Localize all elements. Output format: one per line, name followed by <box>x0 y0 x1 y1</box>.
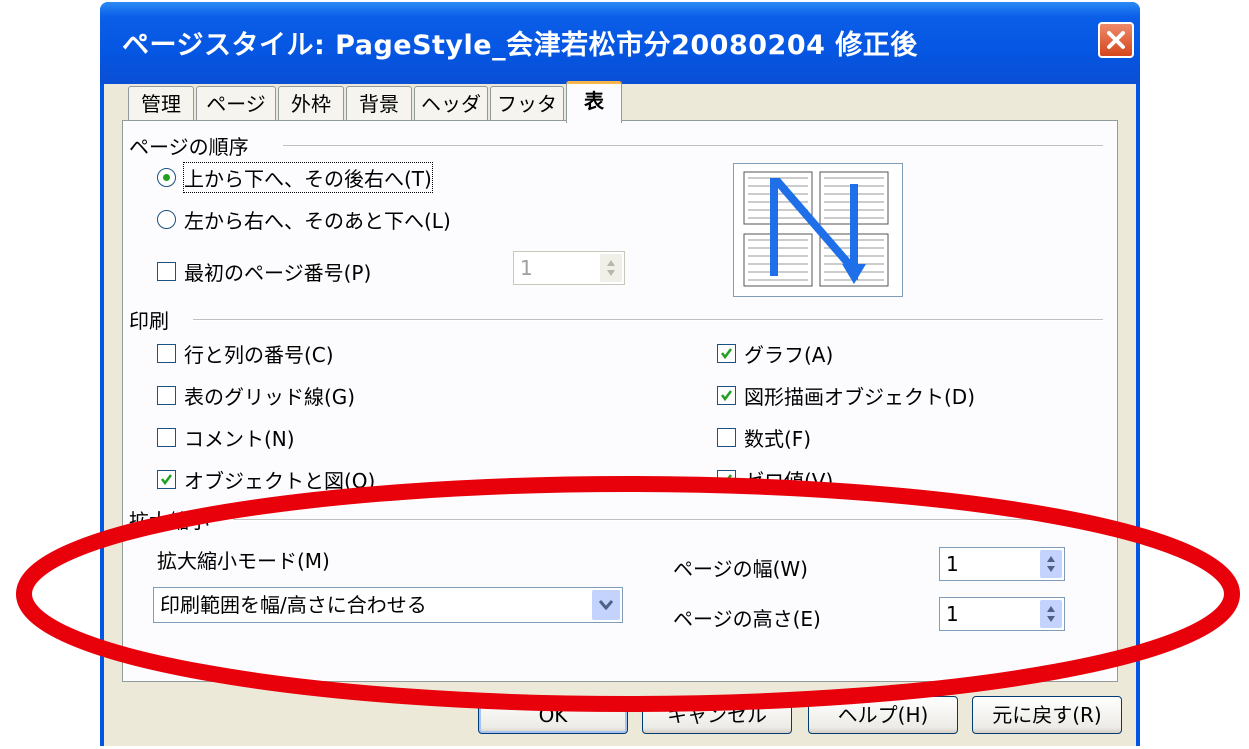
checkbox-indicator-checked[interactable] <box>717 470 736 489</box>
print-heading: 印刷 <box>129 309 169 333</box>
page-order-preview <box>733 163 903 297</box>
radio-top-to-bottom[interactable]: 上から下へ、その後右へ(T) <box>157 162 433 193</box>
grid-label: 表のグリッド線(G) <box>184 385 356 409</box>
tab-sheet[interactable]: 表 <box>566 81 622 123</box>
checkbox-charts[interactable]: グラフ(A) <box>717 339 833 368</box>
objects-label: オブジェクトと図(O) <box>184 469 376 493</box>
scale-mode-dropdown[interactable]: 印刷範囲を幅/高さに合わせる <box>153 587 623 623</box>
spin-button[interactable] <box>1040 600 1062 628</box>
checkbox-row-col-headers[interactable]: 行と列の番号(C) <box>157 339 334 368</box>
page-order-heading: ページの順序 <box>129 135 249 159</box>
tab-footer[interactable]: フッタ <box>490 86 564 122</box>
tab-header[interactable]: ヘッダ <box>414 86 488 122</box>
check-icon <box>721 348 732 360</box>
close-icon <box>1107 31 1125 49</box>
first-page-number-label: 最初のページ番号(P) <box>184 261 372 285</box>
ok-button[interactable]: OK <box>478 696 628 734</box>
checkbox-indicator-checked[interactable] <box>717 344 736 363</box>
title-bar[interactable]: ページスタイル: PageStyle_会津若松市分20080204 修正後 <box>100 2 1140 84</box>
cancel-button[interactable]: キャンセル <box>642 696 792 734</box>
checkbox-grid[interactable]: 表のグリッド線(G) <box>157 381 355 410</box>
spin-button[interactable] <box>600 254 622 282</box>
tab-manage[interactable]: 管理 <box>128 86 194 122</box>
dialog-client-area: 管理 ページ 外枠 背景 ヘッダ フッタ 表 ページの順序 上から下へ、その後右… <box>104 81 1136 746</box>
page-width-value: 1 <box>946 552 959 576</box>
page-width-spinner[interactable]: 1 <box>939 547 1065 581</box>
checkbox-indicator[interactable] <box>717 428 736 447</box>
scale-mode-value: 印刷範囲を幅/高さに合わせる <box>160 593 427 617</box>
checkbox-indicator-checked[interactable] <box>717 386 736 405</box>
page-order-divider <box>283 145 1103 147</box>
page-height-spinner[interactable]: 1 <box>939 597 1065 631</box>
checkbox-indicator-checked[interactable] <box>157 470 176 489</box>
checkbox-drawing-objects[interactable]: 図形描画オブジェクト(D) <box>717 381 975 410</box>
checkbox-first-page-number[interactable]: 最初のページ番号(P) <box>157 257 371 286</box>
page-style-dialog: ページスタイル: PageStyle_会津若松市分20080204 修正後 管理… <box>100 2 1140 746</box>
reset-button[interactable]: 元に戻す(R) <box>972 696 1122 734</box>
scale-divider <box>233 519 1103 521</box>
checkbox-formulas[interactable]: 数式(F) <box>717 423 811 452</box>
radio-left-to-right-label: 左から右へ、そのあと下へ(L) <box>184 209 451 233</box>
formulas-label: 数式(F) <box>744 427 812 451</box>
radio-left-to-right[interactable]: 左から右へ、そのあと下へ(L) <box>157 205 451 234</box>
row-col-headers-label: 行と列の番号(C) <box>184 343 334 367</box>
checkbox-indicator[interactable] <box>157 262 176 281</box>
checkbox-indicator[interactable] <box>157 428 176 447</box>
page-width-label: ページの幅(W) <box>673 557 808 581</box>
comments-label: コメント(N) <box>184 427 295 451</box>
tab-page[interactable]: ページ <box>196 86 276 122</box>
zero-values-label: ゼロ値(V) <box>744 469 834 493</box>
dropdown-button[interactable] <box>592 590 620 620</box>
page-height-value: 1 <box>946 602 959 626</box>
radio-indicator[interactable] <box>157 210 176 229</box>
spin-arrows-icon <box>1047 606 1055 622</box>
chevron-down-icon <box>599 600 613 610</box>
spin-arrows-icon <box>607 260 615 276</box>
check-icon <box>721 474 732 486</box>
print-divider <box>193 319 1103 321</box>
page-height-label: ページの高さ(E) <box>673 607 821 631</box>
checkbox-indicator[interactable] <box>157 344 176 363</box>
checkbox-comments[interactable]: コメント(N) <box>157 423 295 452</box>
checkbox-objects[interactable]: オブジェクトと図(O) <box>157 465 375 494</box>
first-page-number-spinner[interactable]: 1 <box>513 251 625 285</box>
check-icon <box>161 474 172 486</box>
charts-label: グラフ(A) <box>744 343 834 367</box>
spin-button[interactable] <box>1040 550 1062 578</box>
first-page-number-value: 1 <box>520 256 533 280</box>
help-button[interactable]: ヘルプ(H) <box>808 696 958 734</box>
check-icon <box>721 390 732 402</box>
scale-heading: 拡大縮小 <box>129 509 209 533</box>
tab-background[interactable]: 背景 <box>346 86 412 122</box>
page-order-preview-icon <box>743 171 889 287</box>
checkbox-zero-values[interactable]: ゼロ値(V) <box>717 465 833 494</box>
tab-borders[interactable]: 外枠 <box>278 86 344 122</box>
sheet-tab-panel: ページの順序 上から下へ、その後右へ(T) 左から右へ、そのあと下へ(L) 最初… <box>122 120 1118 682</box>
radio-top-to-bottom-label: 上から下へ、その後右へ(T) <box>183 162 433 193</box>
scale-mode-label: 拡大縮小モード(M) <box>157 549 330 573</box>
spin-arrows-icon <box>1047 556 1055 572</box>
dialog-title: ページスタイル: PageStyle_会津若松市分20080204 修正後 <box>122 30 918 61</box>
close-button[interactable] <box>1098 22 1134 58</box>
checkbox-indicator[interactable] <box>157 386 176 405</box>
radio-indicator-selected[interactable] <box>157 168 176 187</box>
drawing-objects-label: 図形描画オブジェクト(D) <box>744 385 976 409</box>
